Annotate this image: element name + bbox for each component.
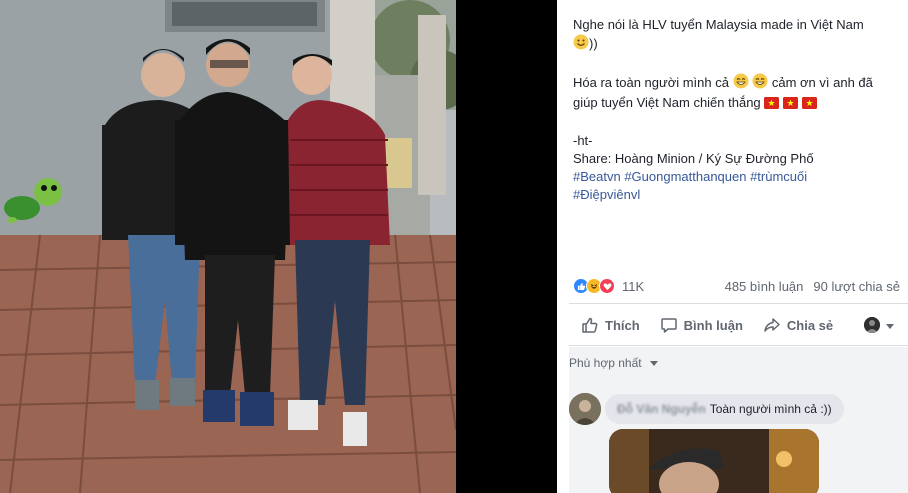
comment-button[interactable]: Bình luận [650, 309, 753, 341]
hashtag-links[interactable]: #Beatvn #Guongmatthanquen #trùmcuối [573, 169, 807, 184]
caption-line-5: giúp tuyển Việt Nam chiến thắng [573, 95, 761, 110]
thumbs-up-icon [581, 316, 599, 334]
comments-count-link[interactable]: 485 bình luận [725, 279, 804, 294]
divider [569, 303, 908, 304]
commenter-avatar[interactable] [569, 393, 601, 425]
caret-down-icon [886, 318, 894, 333]
comment-bubble-icon [660, 316, 678, 334]
caption-line-4: cảm ơn vì anh đã [771, 75, 873, 90]
reactions-summary[interactable]: 11K [573, 278, 644, 294]
comments-section: Phù hợp nhất Đỗ Văn Nguyễn Toàn người mì… [569, 347, 908, 493]
commenter-name[interactable]: Đỗ Văn Nguyễn [617, 402, 706, 416]
reactions-count: 11K [622, 278, 645, 294]
caption-line-6: -ht- [573, 133, 593, 148]
share-arrow-icon [763, 316, 781, 334]
vietnam-flag-icon [782, 96, 798, 114]
post-as-selector[interactable] [864, 317, 908, 333]
comment-sort-dropdown[interactable]: Phù hợp nhất [569, 356, 658, 370]
like-label: Thích [605, 317, 640, 333]
like-button[interactable]: Thích [569, 309, 650, 341]
smile-emoji-icon [573, 34, 589, 55]
user-avatar [864, 317, 880, 333]
grin-emoji-icon [752, 73, 768, 94]
caption-line-2: )) [589, 36, 598, 51]
share-label: Chia sẻ [786, 317, 834, 333]
caption-share-credit: Share: Hoàng Minion / Ký Sự Đường Phố [573, 151, 814, 166]
post-stats: 11K 485 bình luận 90 lượt chia sẻ [573, 276, 900, 296]
vietnam-flag-icon [801, 96, 817, 114]
hashtag-link[interactable]: #Điệpviênvl [573, 187, 640, 202]
caption-line-1: Nghe nói là HLV tuyển Malaysia made in V… [573, 17, 864, 32]
comment-label: Bình luận [683, 317, 743, 333]
post-caption: Nghe nói là HLV tuyển Malaysia made in V… [557, 0, 908, 204]
divider [569, 345, 908, 346]
shares-count-link[interactable]: 90 lượt chia sẻ [813, 279, 900, 294]
comment-image[interactable] [609, 429, 819, 493]
caret-down-icon [649, 360, 658, 366]
grin-emoji-icon [733, 73, 749, 94]
share-button[interactable]: Chia sẻ [753, 309, 843, 341]
post-photo[interactable] [0, 0, 456, 493]
comment-bubble: Đỗ Văn Nguyễn Toàn người mình cả :)) [605, 394, 844, 424]
love-reaction-icon [599, 278, 615, 294]
comment-item: Đỗ Văn Nguyễn Toàn người mình cả :)) [569, 393, 844, 425]
sort-label: Phù hợp nhất [569, 356, 642, 370]
vietnam-flag-icon [764, 96, 780, 114]
comment-text: Toàn người mình cả :)) [709, 402, 832, 416]
photo-viewer [0, 0, 456, 493]
post-actions: Thích Bình luận Chia sẻ [569, 307, 908, 343]
post-sidebar: Nghe nói là HLV tuyển Malaysia made in V… [557, 0, 908, 493]
caption-line-3: Hóa ra toàn người mình cả [573, 75, 729, 90]
